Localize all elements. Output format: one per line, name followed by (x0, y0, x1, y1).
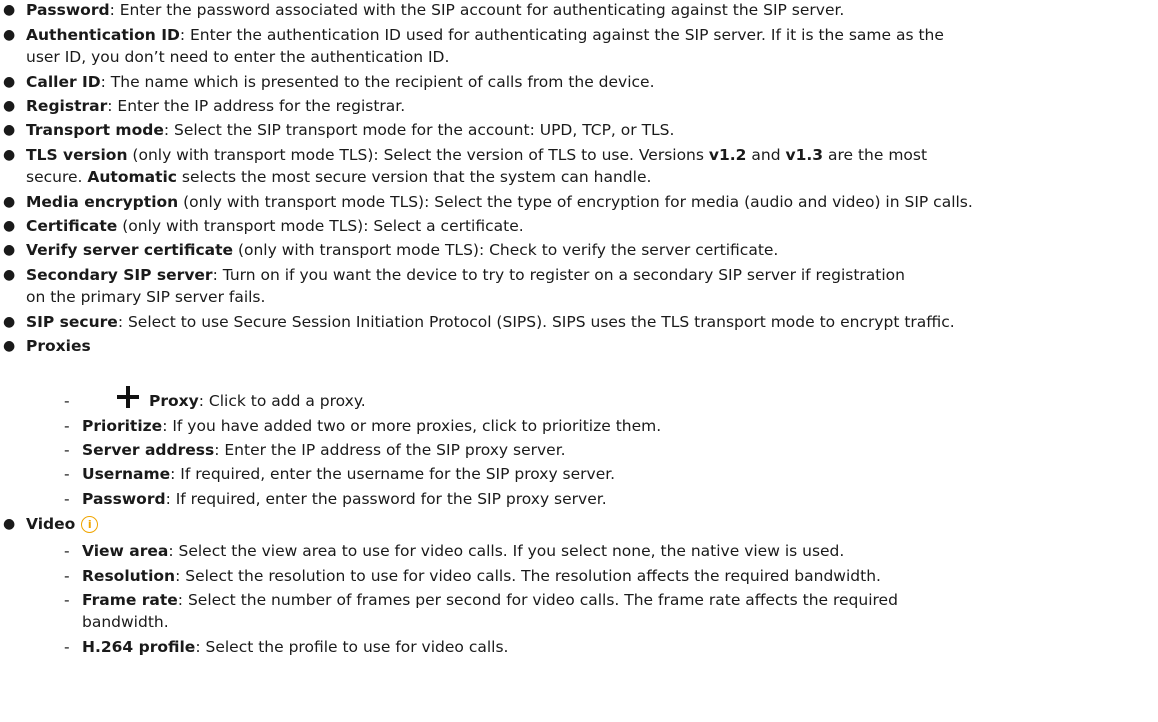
dash: - (64, 542, 70, 560)
dash: - (64, 567, 70, 585)
list-item-sip-secure: SIP secure: Select to use Secure Session… (26, 313, 955, 331)
list-item-certificate: Certificate (only with transport mode TL… (26, 217, 524, 235)
list-item-proxies: Proxies (26, 337, 91, 355)
sub-item-view-area: View area: Select the view area to use f… (82, 542, 845, 560)
dash: - (64, 591, 70, 609)
list-item-video: Video i (26, 514, 99, 534)
sub-item-password: Password: If required, enter the passwor… (82, 490, 607, 508)
document-page: ● Password: Enter the password associate… (0, 0, 1158, 722)
list-item-secondary-sip-server-cont: on the primary SIP server fails. (26, 288, 266, 306)
dash: - (64, 465, 70, 483)
bullet: ● (3, 122, 16, 138)
dash: - (64, 638, 70, 656)
sub-item-server-address: Server address: Enter the IP address of … (82, 441, 566, 459)
list-item-authentication-id-cont: user ID, you don’t need to enter the aut… (26, 48, 450, 66)
bullet: ● (3, 74, 16, 90)
sub-item-h264-profile: H.264 profile: Select the profile to use… (82, 638, 509, 656)
plus-icon (117, 386, 139, 408)
list-item-password: Password: Enter the password associated … (26, 1, 845, 19)
list-item-caller-id: Caller ID: The name which is presented t… (26, 73, 655, 91)
dash: - (64, 417, 70, 435)
bullet: ● (3, 242, 16, 258)
list-item-registrar: Registrar: Enter the IP address for the … (26, 97, 406, 115)
list-item-media-encryption: Media encryption (only with transport mo… (26, 193, 973, 211)
list-item-authentication-id: Authentication ID: Enter the authenticat… (26, 26, 944, 44)
info-icon: i (81, 516, 99, 533)
bullet: ● (3, 516, 16, 532)
bullet: ● (3, 338, 16, 354)
bullet: ● (3, 98, 16, 114)
list-item-transport-mode: Transport mode: Select the SIP transport… (26, 121, 675, 139)
bullet: ● (3, 314, 16, 330)
bullet: ● (3, 267, 16, 283)
list-item-tls-version-cont: secure. Automatic selects the most secur… (26, 168, 652, 186)
bullet: ● (3, 2, 16, 18)
dash: - (64, 490, 70, 508)
sub-item-prioritize: Prioritize: If you have added two or mor… (82, 417, 662, 435)
list-item-secondary-sip-server: Secondary SIP server: Turn on if you wan… (26, 266, 905, 284)
dash: - (64, 392, 70, 410)
sub-item-proxy: Proxy: Click to add a proxy. (149, 392, 366, 410)
sub-item-username: Username: If required, enter the usernam… (82, 465, 616, 483)
sub-item-resolution: Resolution: Select the resolution to use… (82, 567, 881, 585)
sub-item-frame-rate: Frame rate: Select the number of frames … (82, 591, 898, 609)
dash: - (64, 441, 70, 459)
bullet: ● (3, 218, 16, 234)
bullet: ● (3, 194, 16, 210)
bullet: ● (3, 27, 16, 43)
bullet: ● (3, 147, 16, 163)
list-item-verify-server-certificate: Verify server certificate (only with tra… (26, 241, 779, 259)
list-item-tls-version: TLS version (only with transport mode TL… (26, 146, 928, 164)
sub-item-frame-rate-cont: bandwidth. (82, 613, 169, 631)
